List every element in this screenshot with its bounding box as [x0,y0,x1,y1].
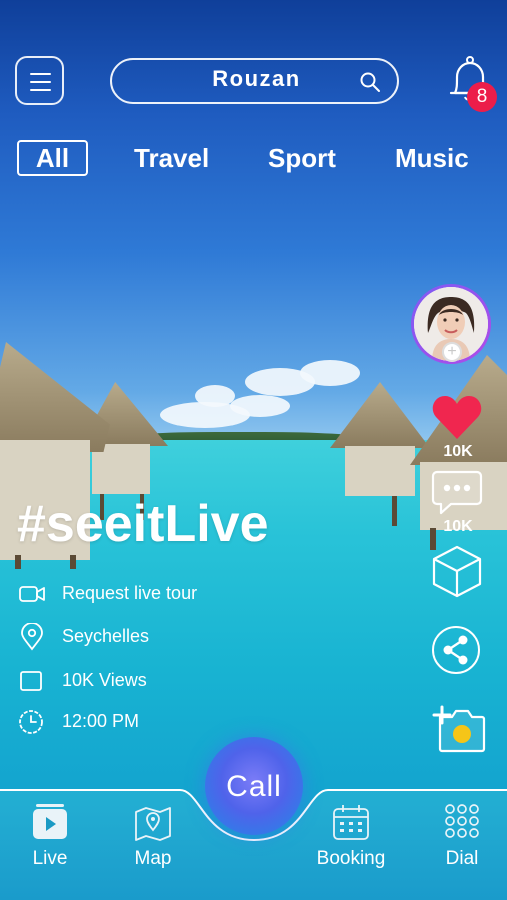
likes-count: 10K [443,443,473,460]
app-title: Rouzan [212,66,301,91]
dial-pad-icon [445,804,479,838]
comments-count: 10K [443,518,473,535]
clock-icon [19,710,43,734]
search-bar[interactable]: Rouzan [110,58,399,104]
notification-badge: 8 [467,82,497,112]
live-hashtag: #seeitLive [17,495,269,553]
share-button[interactable] [432,626,480,674]
tab-travel[interactable]: Travel [134,141,209,175]
call-label: Call [226,770,282,803]
hamburger-icon-line [30,81,51,83]
nav-live[interactable]: Live [5,802,95,870]
cloud [195,385,235,407]
hamburger-icon-line [30,89,51,91]
nav-dial-label: Dial [445,848,479,869]
tab-sport[interactable]: Sport [268,141,336,175]
3d-cube-icon[interactable] [431,544,483,598]
like-heart-icon[interactable] [431,393,483,441]
comment-bubble-icon[interactable] [431,468,483,516]
location-pin-icon [21,623,43,651]
time-text: 12:00 PM [62,711,140,731]
hamburger-icon [30,73,51,75]
cloud [230,395,290,417]
follow-plus-icon[interactable]: + [442,342,462,362]
nav-map-label: Map [134,848,172,869]
search-icon[interactable] [359,71,381,93]
tab-all[interactable]: All [17,140,88,176]
screen-icon [20,671,42,691]
nav-live-label: Live [32,848,68,869]
tab-music[interactable]: Music [395,141,469,175]
nav-map[interactable]: Map [108,802,198,870]
video-camera-icon [19,586,45,602]
nav-dial[interactable]: Dial [417,802,507,870]
nav-booking[interactable]: Booking [306,802,396,870]
request-live-tour-text[interactable]: Request live tour [62,583,197,604]
share-icon [443,635,468,665]
menu-button[interactable] [15,56,64,105]
live-video-icon [33,804,67,839]
location-text: Seychelles [62,626,150,646]
nav-booking-label: Booking [316,848,386,869]
cloud [300,360,360,386]
add-photo-camera-icon[interactable] [430,703,486,753]
calendar-icon [333,805,369,840]
map-icon [135,807,171,841]
call-button[interactable]: Call [205,737,303,835]
views-text: 10K Views [62,670,147,690]
